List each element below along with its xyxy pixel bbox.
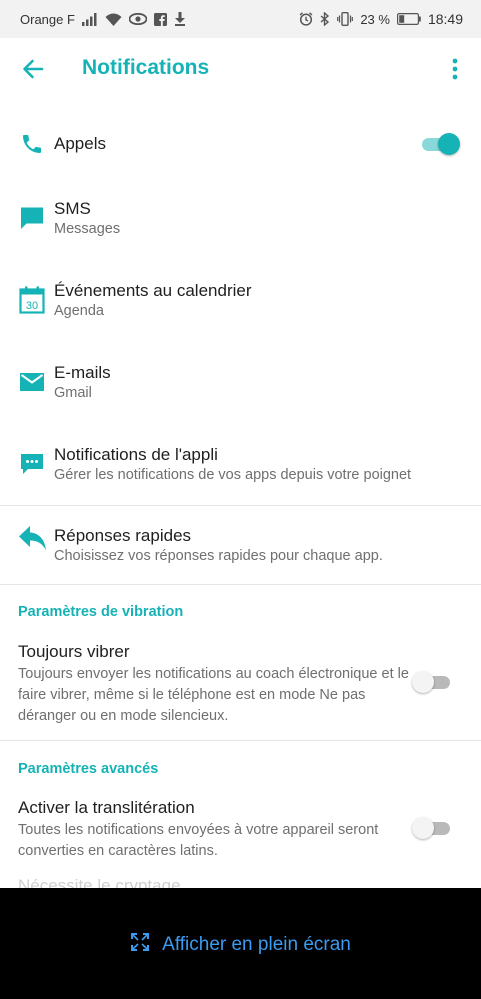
fullscreen-label: Afficher en plein écran (162, 933, 351, 955)
toggle-thumb (438, 133, 460, 155)
wifi-icon (105, 13, 122, 26)
divider (0, 584, 481, 585)
app-notification-icon (18, 450, 46, 478)
row-title: E-mails (54, 363, 111, 382)
fullscreen-bar[interactable]: Afficher en plein écran (0, 888, 481, 999)
always-vibrate-toggle[interactable] (412, 670, 452, 694)
row-subtitle: Gmail (54, 385, 92, 401)
fullscreen-link[interactable]: Afficher en plein écran (130, 932, 351, 957)
notification-row-quick-replies[interactable]: Réponses rapides Choisissez vos réponses… (0, 518, 481, 580)
vibrate-icon (337, 12, 354, 26)
section-header-vibration: Paramètres de vibration (18, 604, 184, 620)
row-subtitle: Gérer les notifications de vos apps depu… (54, 467, 412, 483)
notification-row-app[interactable]: Notifications de l'appli Gérer les notif… (0, 436, 481, 500)
app-bar: Notifications (0, 38, 481, 102)
bluetooth-icon (320, 12, 330, 26)
row-subtitle: Messages (54, 221, 121, 237)
row-subtitle: Choisissez vos réponses rapides pour cha… (54, 548, 383, 564)
reply-icon (18, 524, 48, 552)
status-bar: Orange F 23 % 18:49 (0, 0, 481, 38)
more-options-button[interactable] (443, 55, 467, 87)
alarm-icon (299, 12, 313, 26)
calendar-day-number: 30 (26, 300, 38, 312)
row-title: Événements au calendrier (54, 281, 252, 300)
more-vert-icon (452, 58, 458, 85)
status-right: 23 % 18:49 (299, 11, 463, 27)
row-title: Appels (54, 134, 106, 153)
calls-toggle[interactable] (420, 132, 460, 156)
transliteration-toggle[interactable] (412, 816, 452, 840)
setting-title: Toujours vibrer (18, 642, 130, 661)
clock: 18:49 (427, 11, 463, 27)
facebook-icon (153, 12, 167, 26)
toggle-thumb (412, 671, 434, 693)
setting-description: Toujours envoyer les notifications au co… (18, 666, 409, 724)
eye-icon (128, 13, 147, 25)
notification-row-calls[interactable]: Appels (0, 118, 481, 174)
page-title: Notifications (82, 56, 210, 79)
back-arrow-icon (22, 59, 44, 84)
row-title: Notifications de l'appli (54, 445, 218, 464)
status-left: Orange F (20, 12, 186, 27)
setting-row-transliteration[interactable]: Activer la translitération Toutes les no… (0, 792, 481, 862)
battery-icon (396, 13, 421, 25)
divider (0, 505, 481, 506)
row-title: SMS (54, 199, 91, 218)
setting-row-always-vibrate[interactable]: Toujours vibrer Toujours envoyer les not… (0, 636, 481, 728)
back-button[interactable] (18, 56, 48, 86)
section-header-advanced: Paramètres avancés (18, 761, 159, 777)
row-title: Réponses rapides (54, 526, 192, 545)
notification-row-sms[interactable]: SMS Messages (0, 190, 481, 254)
setting-title: Activer la translitération (18, 798, 195, 817)
setting-description: Toutes les notifications envoyées à votr… (18, 822, 379, 859)
divider (0, 740, 481, 741)
battery-percent: 23 % (360, 11, 390, 27)
phone-icon (18, 130, 46, 158)
sms-icon (18, 204, 46, 232)
notification-row-calendar[interactable]: 30 Événements au calendrier Agenda (0, 272, 481, 336)
download-icon (174, 12, 186, 26)
carrier-name: Orange F (20, 11, 75, 27)
signal-icon (81, 12, 98, 26)
fullscreen-icon (130, 932, 150, 957)
row-subtitle: Agenda (54, 303, 104, 319)
email-icon (18, 368, 46, 396)
calendar-icon: 30 (18, 286, 46, 314)
toggle-thumb (412, 817, 434, 839)
notification-row-email[interactable]: E-mails Gmail (0, 354, 481, 418)
